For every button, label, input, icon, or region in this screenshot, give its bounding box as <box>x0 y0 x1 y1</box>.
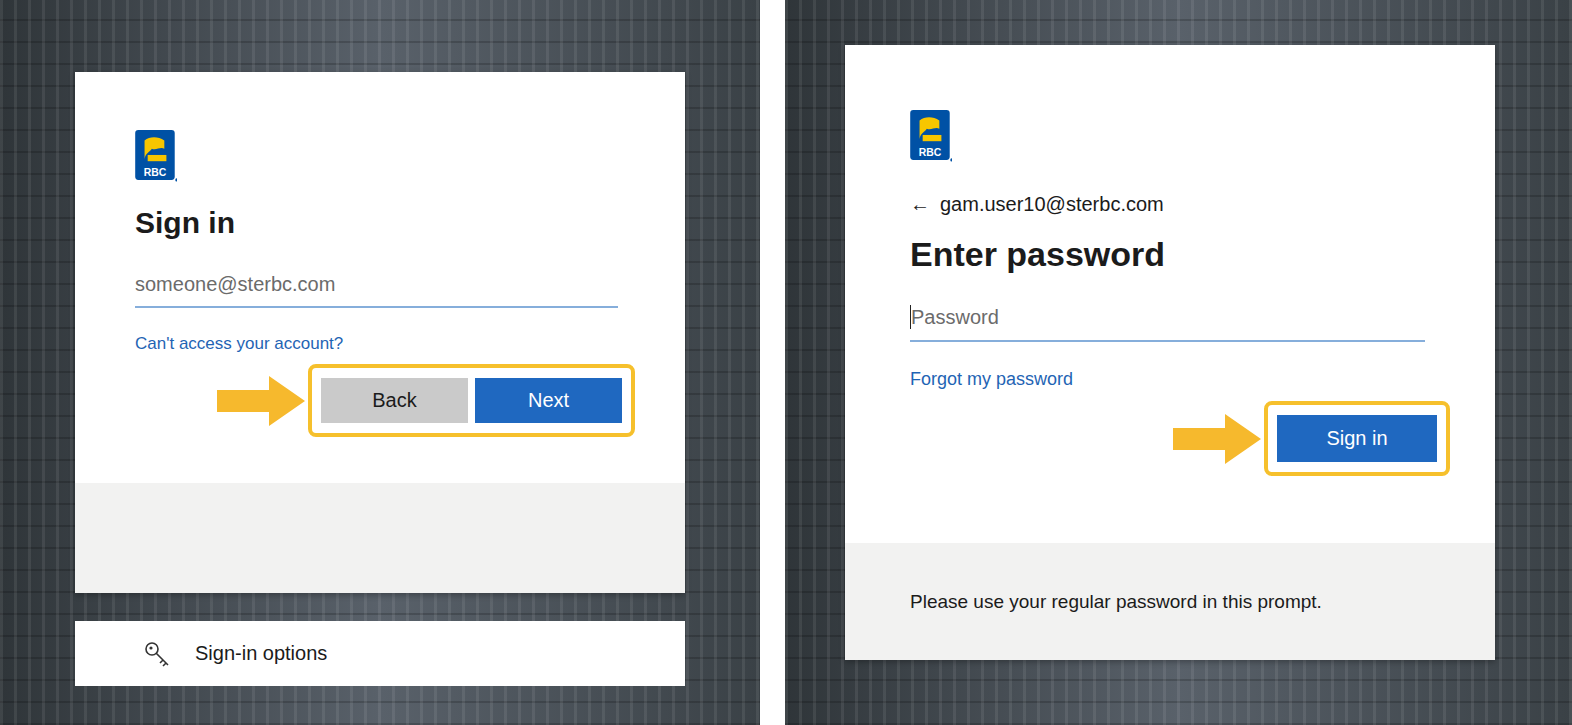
button-highlight: Sign in <box>1264 401 1450 476</box>
button-group: Sign in <box>1277 415 1437 462</box>
next-button[interactable]: Next <box>475 378 622 423</box>
screenshot-pair: RBC Sign in someone@sterbc.com Can't access… <box>0 0 1572 725</box>
action-row: Sign in <box>910 401 1450 476</box>
footer-note: Please use your regular password in this… <box>910 591 1322 613</box>
sign-in-options[interactable]: Sign-in options <box>75 621 685 686</box>
rbc-logo-icon: RBC <box>910 110 952 162</box>
rbc-logo-icon: RBC <box>135 130 177 182</box>
card-footer <box>75 483 685 593</box>
account-row[interactable]: ← gam.user10@sterbc.com <box>910 192 1450 216</box>
password-placeholder: Password <box>911 306 999 329</box>
back-arrow-icon[interactable]: ← <box>910 192 930 216</box>
button-highlight: BackNext <box>308 364 635 437</box>
sign-in-options-label: Sign-in options <box>195 642 327 665</box>
forgot-password-link[interactable]: Forgot my password <box>910 367 1450 391</box>
background-photo: RBC ← gam.user10@sterbc.com Enter password P… <box>785 0 1572 725</box>
divider <box>760 0 785 725</box>
card-body: RBC ← gam.user10@sterbc.com Enter password P… <box>845 45 1495 543</box>
callout-arrow-icon <box>1173 413 1261 465</box>
account-email: gam.user10@sterbc.com <box>940 192 1164 216</box>
email-field[interactable]: someone@sterbc.com <box>135 262 618 308</box>
svg-text:RBC: RBC <box>144 167 167 178</box>
svg-text:RBC: RBC <box>919 147 942 158</box>
sign-in-title: Sign in <box>135 204 635 242</box>
email-placeholder: someone@sterbc.com <box>135 273 335 296</box>
key-icon <box>143 640 171 668</box>
password-field[interactable]: Password <box>910 294 1425 342</box>
callout-arrow-icon <box>217 375 305 427</box>
background-photo: RBC Sign in someone@sterbc.com Can't access… <box>0 0 760 725</box>
password-card: RBC ← gam.user10@sterbc.com Enter password P… <box>845 45 1495 660</box>
sign-in-card: RBC Sign in someone@sterbc.com Can't access… <box>75 72 685 593</box>
button-group: BackNext <box>321 378 622 423</box>
cant-access-link[interactable]: Can't access your account? <box>135 332 635 356</box>
text-caret <box>910 305 911 329</box>
action-row: BackNext <box>135 364 635 437</box>
sign-in-button[interactable]: Sign in <box>1277 415 1437 462</box>
back-button[interactable]: Back <box>321 378 468 423</box>
card-body: RBC Sign in someone@sterbc.com Can't access… <box>75 72 685 483</box>
enter-password-title: Enter password <box>910 234 1450 274</box>
card-footer: Please use your regular password in this… <box>845 543 1495 660</box>
